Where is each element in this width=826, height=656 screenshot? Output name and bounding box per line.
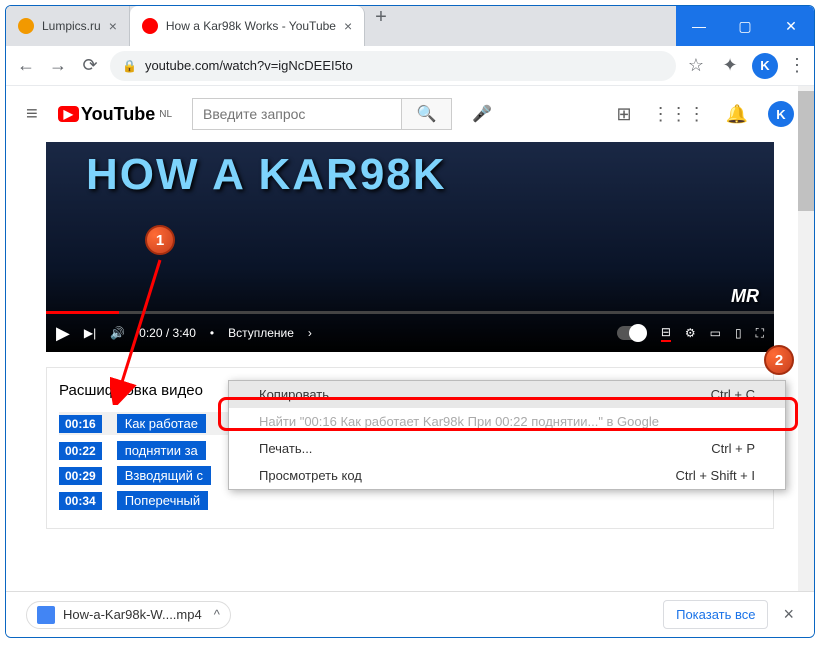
create-icon[interactable]: ⊞ [616, 104, 631, 125]
transcript-text: Как работае [117, 414, 206, 433]
annotation-badge-2: 2 [764, 345, 794, 375]
context-label: Печать... [259, 441, 312, 456]
play-button[interactable]: ▶ [56, 323, 70, 344]
downloads-bar: How-a-Kar98k-W....mp4 ^ Показать все × [6, 591, 814, 637]
youtube-avatar[interactable]: K [768, 101, 794, 127]
address-bar: ← → ⟳ 🔒 youtube.com/watch?v=igNcDEEI5to … [6, 46, 814, 86]
search-box: 🔍 [192, 98, 452, 130]
transcript-text: поднятии за [117, 441, 206, 460]
timestamp: 00:22 [59, 442, 102, 460]
transcript-text: Взводящий с [117, 466, 211, 485]
tab-title: How a Kar98k Works - YouTube [166, 19, 336, 33]
context-label: Копировать [259, 387, 329, 402]
notifications-icon[interactable]: 🔔 [726, 104, 748, 125]
transcript-text: Поперечный [117, 491, 208, 510]
window-controls: — ▢ ✕ [676, 6, 814, 46]
favicon [18, 18, 34, 34]
close-icon[interactable]: × [344, 18, 352, 34]
context-print[interactable]: Печать... Ctrl + P [229, 435, 785, 462]
header-actions: ⊞ ⋮⋮⋮ 🔔 K [616, 101, 794, 127]
lock-icon: 🔒 [122, 59, 137, 73]
titlebar: Lumpics.ru × How a Kar98k Works - YouTub… [6, 6, 814, 46]
miniplayer-button[interactable]: ▭ [710, 326, 721, 340]
toolbar-icons: ☆ ✦ K ⋮ [684, 53, 806, 79]
scrollbar[interactable] [798, 86, 814, 591]
transcript-row[interactable]: 00:34 Поперечный [59, 491, 761, 510]
browser-menu[interactable]: ⋮ [788, 55, 806, 76]
file-icon [37, 606, 55, 624]
reload-button[interactable]: ⟳ [78, 54, 102, 78]
tab-lumpics[interactable]: Lumpics.ru × [6, 6, 130, 46]
search-input[interactable] [192, 98, 402, 130]
star-icon[interactable]: ☆ [684, 54, 708, 78]
youtube-header: ≡ ▶ YouTube NL 🔍 🎤 ⊞ ⋮⋮⋮ 🔔 K [6, 86, 814, 142]
timestamp: 00:34 [59, 492, 102, 510]
maximize-button[interactable]: ▢ [722, 6, 768, 46]
close-icon[interactable]: × [783, 604, 794, 625]
player-controls: ▶ ▶| 🔊 0:20 / 3:40 • Вступление › ⊟ ⚙ ▭ … [46, 314, 774, 352]
timestamp: 00:29 [59, 467, 102, 485]
extensions-icon[interactable]: ✦ [718, 54, 742, 78]
annotation-badge-1: 1 [145, 225, 175, 255]
download-filename: How-a-Kar98k-W....mp4 [63, 607, 202, 622]
minimize-button[interactable]: — [676, 6, 722, 46]
youtube-logo[interactable]: ▶ YouTube NL [58, 104, 172, 125]
forward-button[interactable]: → [46, 54, 70, 78]
settings-button[interactable]: ⚙ [685, 326, 696, 340]
apps-icon[interactable]: ⋮⋮⋮ [652, 104, 706, 125]
watermark: MR [731, 286, 759, 307]
chevron-right-icon: › [308, 326, 312, 340]
play-icon: ▶ [58, 106, 79, 122]
time-display: 0:20 / 3:40 [139, 326, 196, 340]
close-button[interactable]: ✕ [768, 6, 814, 46]
new-tab-button[interactable]: + [365, 6, 397, 46]
theater-button[interactable]: ▯ [735, 326, 742, 340]
logo-text: YouTube [81, 104, 155, 125]
context-inspect[interactable]: Просмотреть код Ctrl + Shift + I [229, 462, 785, 489]
url-text: youtube.com/watch?v=igNcDEEI5to [145, 58, 353, 73]
show-all-button[interactable]: Показать все [663, 600, 768, 629]
video-title-overlay: HOW A KAR98K [86, 150, 447, 200]
context-shortcut: Ctrl + C [711, 387, 755, 402]
favicon [142, 18, 158, 34]
context-shortcut: Ctrl + Shift + I [676, 468, 755, 483]
context-label: Просмотреть код [259, 468, 362, 483]
menu-icon[interactable]: ≡ [26, 103, 38, 126]
profile-avatar[interactable]: K [752, 53, 778, 79]
browser-window: Lumpics.ru × How a Kar98k Works - YouTub… [5, 5, 815, 638]
context-label: Найти "00:16 Как работает Kar98k При 00:… [259, 414, 659, 429]
volume-button[interactable]: 🔊 [110, 326, 125, 340]
download-item[interactable]: How-a-Kar98k-W....mp4 ^ [26, 601, 231, 629]
next-button[interactable]: ▶| [84, 326, 96, 340]
tab-strip: Lumpics.ru × How a Kar98k Works - YouTub… [6, 6, 676, 46]
mic-icon[interactable]: 🎤 [472, 104, 492, 124]
chevron-up-icon[interactable]: ^ [214, 607, 220, 622]
url-input[interactable]: 🔒 youtube.com/watch?v=igNcDEEI5to [110, 51, 676, 81]
back-button[interactable]: ← [14, 54, 38, 78]
tab-youtube[interactable]: How a Kar98k Works - YouTube × [130, 6, 365, 46]
autoplay-toggle[interactable] [617, 326, 647, 340]
timestamp: 00:16 [59, 415, 102, 433]
context-menu: Копировать Ctrl + C Найти "00:16 Как раб… [228, 380, 786, 490]
transcript-title: Расшифровка видео [59, 382, 203, 399]
fullscreen-button[interactable]: ⛶ [756, 326, 764, 341]
tab-title: Lumpics.ru [42, 19, 101, 33]
context-shortcut: Ctrl + P [711, 441, 755, 456]
logo-region: NL [159, 109, 172, 120]
chapter-label[interactable]: Вступление [228, 326, 294, 340]
search-button[interactable]: 🔍 [402, 98, 452, 130]
context-copy[interactable]: Копировать Ctrl + C [229, 381, 785, 408]
subtitles-button[interactable]: ⊟ [661, 325, 671, 342]
close-icon[interactable]: × [109, 18, 117, 34]
context-search[interactable]: Найти "00:16 Как работает Kar98k При 00:… [229, 408, 785, 435]
